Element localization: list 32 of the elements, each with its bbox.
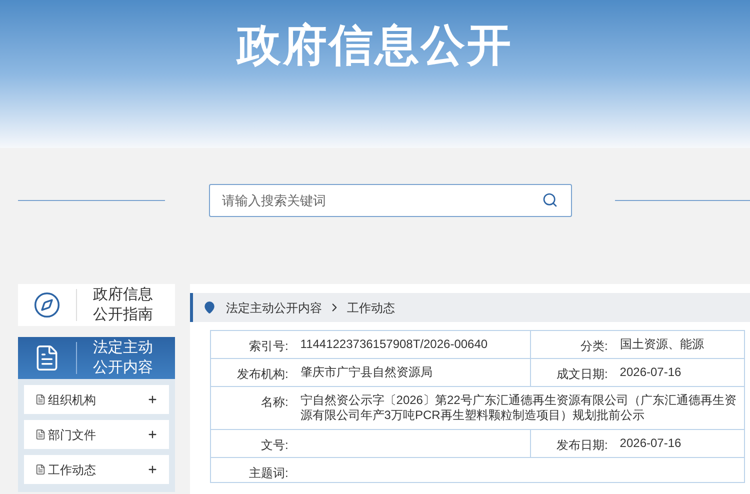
submenu-item[interactable]: 部门文件	[24, 420, 169, 449]
field-value: 国土资源、能源	[620, 330, 744, 358]
field-label: 发布日期:	[530, 430, 620, 458]
banner-title: 政府信息公开	[237, 20, 513, 72]
submenu-item[interactable]: 工作动态	[24, 455, 169, 484]
plus-icon[interactable]	[147, 464, 158, 475]
field-label: 成文日期:	[530, 358, 620, 386]
field-value: 肇庆市广宁县自然资源局	[300, 358, 530, 386]
field-label: 主题词:	[210, 458, 300, 482]
search-field[interactable]: 请输入搜索关键词	[209, 184, 572, 216]
field-label: 索引号:	[210, 330, 300, 358]
sidebar-card[interactable]: 法定主动公开内容	[18, 337, 175, 379]
breadcrumb-link[interactable]: 工作动态	[347, 298, 395, 316]
plus-icon[interactable]	[147, 429, 158, 440]
compass-icon	[33, 291, 61, 319]
submenu-item[interactable]: 组织机构	[24, 385, 169, 414]
file-icon	[35, 394, 46, 405]
field-value: 11441223736157908T/2026-00640	[300, 330, 530, 358]
field-value: 2026-07-16	[620, 358, 744, 386]
field-label: 名称:	[210, 386, 300, 430]
file-icon	[35, 464, 46, 475]
field-value: 2026-07-16	[620, 430, 744, 458]
field-label: 分类:	[530, 330, 620, 358]
search-icon[interactable]	[542, 192, 558, 208]
sidebar-card[interactable]: 政府信息公开指南	[18, 284, 175, 326]
breadcrumb-link[interactable]: 法定主动公开内容	[226, 298, 322, 316]
plus-icon[interactable]	[147, 394, 158, 405]
field-value: 宁自然资公示字〔2026〕第22号广东汇通德再生资源有限公司（广东汇通德再生资源有限公司年产3万吨PCR再生塑料颗粒制造项目）规划批前公示	[300, 386, 744, 430]
file-icon	[35, 429, 46, 440]
field-label: 文号:	[210, 430, 300, 458]
field-label: 发布机构:	[210, 358, 300, 386]
location-pin-icon	[203, 301, 216, 314]
